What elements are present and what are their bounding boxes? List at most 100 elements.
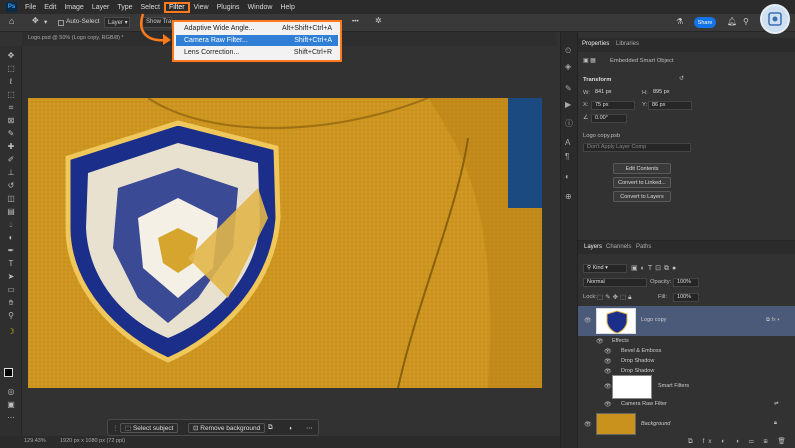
drop-shadow-visibility-icon[interactable]: 👁︎ xyxy=(604,358,612,365)
move-tool-icon[interactable]: ✥ xyxy=(32,16,39,25)
menu-help[interactable]: Help xyxy=(276,4,298,11)
menu-view[interactable]: View xyxy=(190,4,213,11)
banana-icon[interactable]: ☽ xyxy=(4,326,18,337)
menu-filter[interactable]: Filter xyxy=(163,1,190,13)
lock-icon[interactable]: 🔒︎ xyxy=(774,420,777,427)
menu-select[interactable]: Select xyxy=(137,4,164,11)
brush-settings-icon[interactable]: ✎ xyxy=(565,84,572,93)
visibility-eye-icon[interactable]: 👁︎ xyxy=(584,317,592,324)
edit-contents-button[interactable]: Edit Contents xyxy=(613,163,671,174)
filter-options-icon[interactable]: ⇌ xyxy=(774,401,779,407)
menu-image[interactable]: Image xyxy=(60,4,87,11)
history-brush-icon[interactable]: ↺ xyxy=(4,180,18,191)
gear-icon[interactable]: ✲ xyxy=(375,16,382,25)
layer-comp-select[interactable]: Don't Apply Layer Comp xyxy=(583,143,691,152)
tab-libraries[interactable]: Libraries xyxy=(616,41,639,47)
remove-background-button[interactable]: ⊡ Remove background xyxy=(188,423,266,433)
convert-to-linked-button[interactable]: Convert to Linked... xyxy=(613,177,671,188)
effects-visibility-icon[interactable]: 👁︎ xyxy=(596,338,604,345)
paragraph-icon[interactable]: ¶ xyxy=(565,152,569,161)
menu-item-lens-correction[interactable]: Lens Correction... Shift+Ctrl+R xyxy=(176,47,338,58)
info-icon[interactable]: ⓘ xyxy=(565,118,573,129)
pen-icon[interactable]: ✒ xyxy=(4,245,18,256)
frame-icon[interactable]: ⊠ xyxy=(4,115,18,126)
zoom-level[interactable]: 129.43% xyxy=(24,438,46,444)
background-visibility-icon[interactable]: 👁︎ xyxy=(584,421,592,428)
camera-raw-visibility-icon[interactable]: 👁︎ xyxy=(604,401,612,408)
tab-paths[interactable]: Paths xyxy=(636,244,651,250)
camera-raw-filter-item[interactable]: Camera Raw Filter xyxy=(621,401,667,407)
auto-select-target-select[interactable]: Layer ▾ xyxy=(104,17,130,28)
move-icon[interactable]: ✥ xyxy=(4,50,18,61)
edit-toolbar-icon[interactable]: ⋯ xyxy=(4,412,18,423)
actions-icon[interactable]: ▶ xyxy=(565,100,571,109)
hand-icon[interactable]: ✋︎ xyxy=(4,297,18,308)
stamp-icon[interactable]: ⊥ xyxy=(4,167,18,178)
menu-plugins[interactable]: Plugins xyxy=(213,4,244,11)
lasso-icon[interactable]: ℓ xyxy=(4,76,18,87)
lock-icons[interactable]: ⬚✎✥⬚🔒︎ xyxy=(597,293,634,302)
more-icon[interactable]: ⋯ xyxy=(306,423,313,433)
menu-layer[interactable]: Layer xyxy=(88,4,114,11)
width-field[interactable]: 841 px xyxy=(592,89,636,98)
bevel-visibility-icon[interactable]: 👁︎ xyxy=(604,348,612,355)
document-canvas[interactable] xyxy=(28,98,542,388)
character-icon[interactable]: A xyxy=(565,138,570,147)
layer-row-logo-copy[interactable]: 👁︎ Logo copy ⧉ fx ▾ xyxy=(578,306,795,336)
smart-filters-visibility-icon[interactable]: 👁︎ xyxy=(604,383,612,390)
tab-properties[interactable]: Properties xyxy=(582,41,609,47)
menu-window[interactable]: Window xyxy=(244,4,277,11)
layer-actions-icons[interactable]: ⧉ fx ◐ ◑ ▭ ⊞ 🗑︎ xyxy=(688,437,790,446)
menu-edit[interactable]: Edit xyxy=(40,4,60,11)
chevron-down-icon[interactable]: ▾ xyxy=(44,18,47,26)
tab-channels[interactable]: Channels xyxy=(606,244,631,250)
quick-mask-icon[interactable]: ◎ xyxy=(4,386,18,397)
effect-bevel-emboss[interactable]: Bevel & Emboss xyxy=(621,348,661,354)
dodge-icon[interactable]: ◐ xyxy=(4,232,18,243)
search-icon[interactable]: ⚲ xyxy=(743,17,749,26)
share-button[interactable]: Share xyxy=(694,17,716,28)
screen-capture-icon[interactable] xyxy=(760,4,790,34)
path-select-icon[interactable]: ➤ xyxy=(4,271,18,282)
smart-filter-mask-thumbnail[interactable] xyxy=(612,375,652,399)
fx-icon[interactable]: ⧉ fx ▾ xyxy=(766,317,780,324)
styles-icon[interactable]: ⊕ xyxy=(565,192,572,201)
effect-drop-shadow[interactable]: Drop Shadow xyxy=(621,358,654,364)
eraser-icon[interactable]: ◫ xyxy=(4,193,18,204)
healing-icon[interactable]: ✚ xyxy=(4,141,18,152)
effect-drop-shadow-2[interactable]: Drop Shadow xyxy=(621,368,654,374)
menu-item-adaptive-wide-angle[interactable]: Adaptive Wide Angle... Alt+Shift+Ctrl+A xyxy=(176,23,338,34)
y-field[interactable]: 86 px xyxy=(648,101,692,110)
convert-to-layers-button[interactable]: Convert to Layers xyxy=(613,191,671,202)
marquee-icon[interactable]: ⬚ xyxy=(4,63,18,74)
photoshop-logo-icon[interactable]: Ps xyxy=(6,2,17,12)
tab-layers[interactable]: Layers xyxy=(584,244,602,250)
menu-item-camera-raw-filter[interactable]: Camera Raw Filter... Shift+Ctrl+A xyxy=(176,35,338,46)
angle-field[interactable]: 0.00° xyxy=(591,114,627,123)
type-icon[interactable]: T xyxy=(4,258,18,269)
x-field[interactable]: 75 px xyxy=(591,101,635,110)
transform-icon[interactable]: ⧉ xyxy=(268,423,273,433)
object-select-icon[interactable]: ⬚ xyxy=(4,89,18,100)
gradient-icon[interactable]: ▤ xyxy=(4,206,18,217)
layer-filter-icons[interactable]: ▣◐T⊡⧉● xyxy=(631,264,679,273)
foreground-color-swatch[interactable] xyxy=(4,368,13,377)
screen-mode-icon[interactable]: ▣ xyxy=(4,399,18,410)
menu-file[interactable]: File xyxy=(21,4,40,11)
opacity-field[interactable]: 100% xyxy=(673,278,699,287)
fill-field[interactable]: 100% xyxy=(673,293,699,302)
drag-handle-icon[interactable]: ⋮ xyxy=(112,423,119,433)
brush-icon[interactable]: ✐ xyxy=(4,154,18,165)
eyedropper-icon[interactable]: ✎ xyxy=(4,128,18,139)
history-icon[interactable]: ⏲ xyxy=(565,46,571,56)
layer-row-background[interactable]: 👁︎ Background 🔒︎ xyxy=(578,411,795,437)
menu-type[interactable]: Type xyxy=(113,4,136,11)
flask-icon[interactable]: ⚗ xyxy=(676,17,683,26)
select-subject-button[interactable]: ⬚ Select subject xyxy=(120,423,179,433)
mask-icon[interactable]: ◑ xyxy=(288,423,292,433)
layer-filter-kind-select[interactable]: ⚲ Kind ▾ xyxy=(583,264,627,273)
reset-transform-icon[interactable]: ↺ xyxy=(679,76,684,82)
color-icon[interactable]: ◈ xyxy=(565,62,571,71)
more-options-icon[interactable]: ••• xyxy=(352,18,359,25)
auto-select-checkbox[interactable] xyxy=(58,20,64,26)
